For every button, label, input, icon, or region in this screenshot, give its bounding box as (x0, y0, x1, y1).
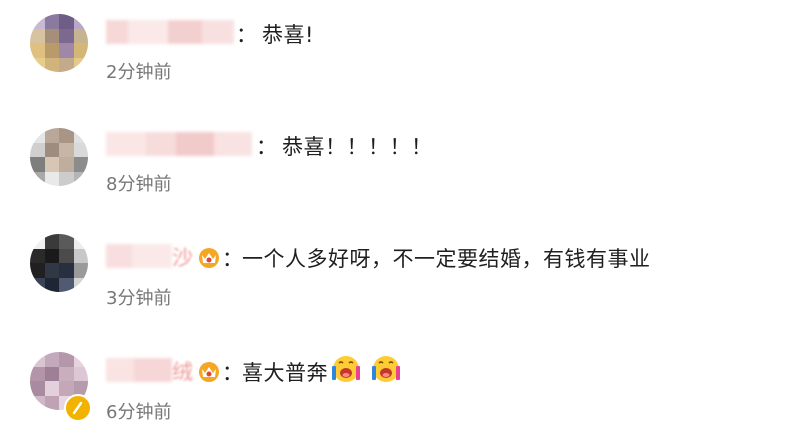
comment-text: 一个人多好呀，不一定要结婚，有钱有事业 (242, 247, 651, 271)
username-blurred[interactable] (106, 20, 234, 44)
username-blurred[interactable] (106, 244, 172, 268)
comment-separator: ： (256, 135, 278, 159)
username-visible-part[interactable]: 沙 (172, 242, 193, 272)
comment-separator: ： (236, 23, 258, 47)
comment-item: 绒 ： 喜大普奔 6分钟前 (0, 318, 800, 424)
comment-text: 恭喜! (262, 23, 314, 47)
comment-item: ： 恭喜！！！！！ 8分钟前 (0, 106, 800, 212)
avatar[interactable] (30, 128, 88, 186)
username-blurred[interactable] (106, 358, 172, 382)
timestamp: 8分钟前 (106, 174, 172, 195)
comment-separator: ： (222, 361, 244, 385)
comment-item: ： 恭喜! 2分钟前 (0, 0, 800, 106)
comment-item: 沙 ： 一个人多好呀，不一定要结婚，有钱有事业 3分钟前 (0, 212, 800, 318)
avatar[interactable] (30, 14, 88, 72)
username-visible-part[interactable]: 绒 (172, 356, 193, 386)
timestamp: 3分钟前 (106, 288, 172, 309)
excited-face-emoji-icon (372, 356, 400, 382)
timestamp: 6分钟前 (106, 402, 172, 423)
vip-crown-icon (199, 248, 219, 268)
vip-crown-icon (199, 362, 219, 382)
timestamp: 2分钟前 (106, 62, 172, 83)
username-blurred[interactable] (106, 132, 252, 156)
avatar[interactable] (30, 234, 88, 292)
comment-separator: ： (222, 247, 244, 271)
comment-text: 恭喜！！！！！ (282, 135, 433, 159)
pencil-badge-icon (64, 394, 92, 422)
comment-text: 喜大普奔 (242, 361, 328, 385)
excited-face-emoji-icon (332, 356, 360, 382)
